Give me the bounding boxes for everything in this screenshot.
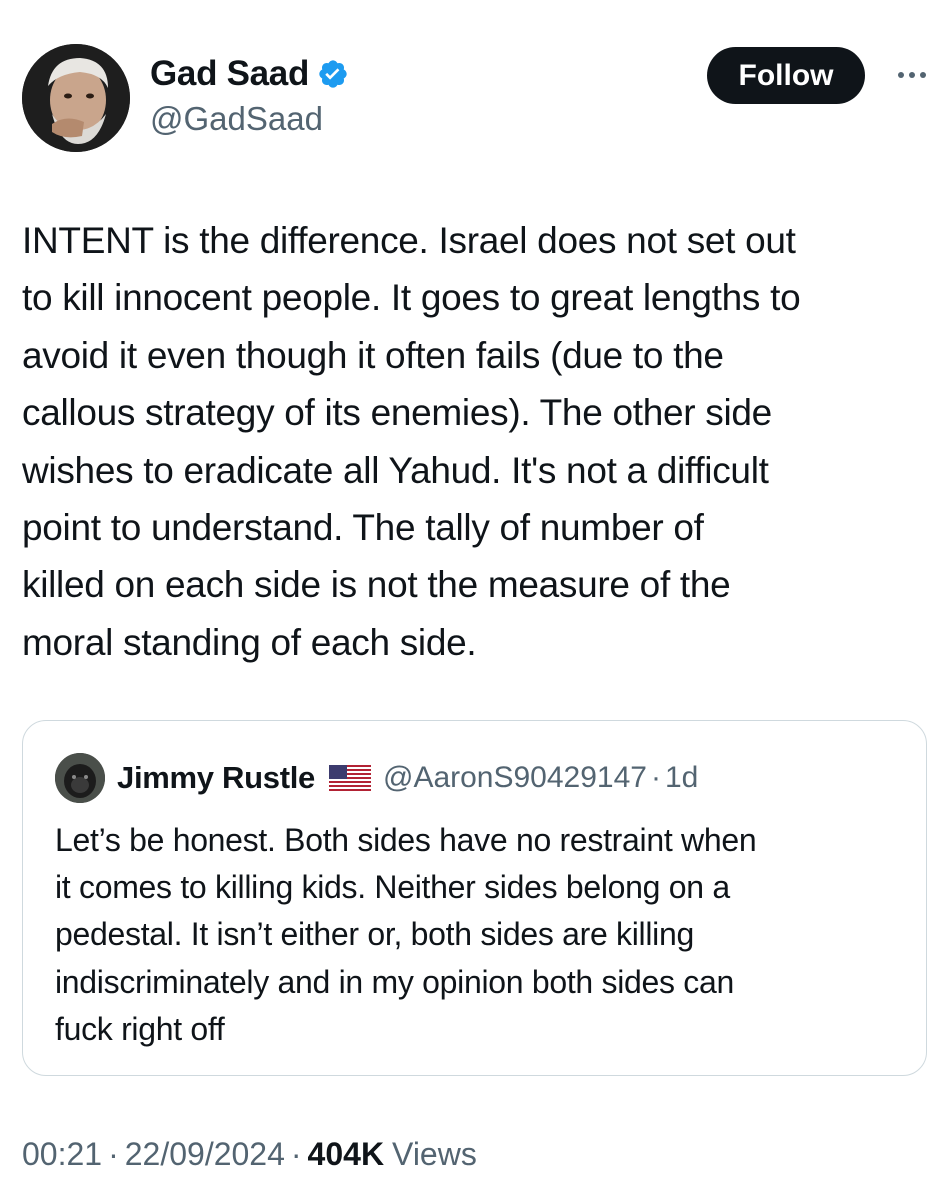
tweet-text-line: wishes to eradicate all Yahud. It's not … <box>22 449 769 491</box>
more-dot <box>909 72 915 78</box>
more-dot <box>898 72 904 78</box>
us-flag-icon <box>328 765 371 791</box>
more-options-icon[interactable] <box>890 60 934 90</box>
meta-separator: · <box>290 1136 302 1172</box>
tweet-text-line: moral standing of each side. <box>22 621 477 663</box>
quoted-text-line: fuck right off <box>55 1010 225 1047</box>
author-avatar[interactable] <box>22 44 130 152</box>
meta-separator: · <box>108 1136 119 1172</box>
author-name-row: Gad Saad <box>150 52 349 96</box>
quoted-author-name[interactable]: Jimmy Rustle <box>117 760 315 796</box>
quoted-text-line: pedestal. It isn’t either or, both sides… <box>55 916 694 953</box>
quoted-author-avatar-image <box>55 753 105 803</box>
tweet-text-line: point to understand. The tally of number… <box>22 507 704 549</box>
author-info: Gad Saad @GadSaad <box>150 52 349 138</box>
tweet-text-line: INTENT is the difference. Israel does no… <box>22 220 796 261</box>
tweet-text-line: avoid it even though it often fails (due… <box>22 334 724 376</box>
tweet-card: Gad Saad @GadSaad Follow INTENT is the d… <box>0 0 951 1200</box>
more-dot <box>920 72 926 78</box>
tweet-time[interactable]: 00:21 <box>22 1136 102 1173</box>
tweet-text-line: to kill innocent people. It goes to grea… <box>22 277 801 319</box>
quoted-tweet-time[interactable]: 1d <box>665 761 698 795</box>
quoted-tweet-header: Jimmy Rustle @AaronS90429147 · 1d <box>55 753 698 803</box>
tweet-text: INTENT is the difference. Israel does no… <box>22 212 942 671</box>
verified-badge-icon[interactable] <box>317 58 349 90</box>
quoted-meta-separator: · <box>650 761 661 794</box>
quoted-tweet-text: Let’s be honest. Both sides have no rest… <box>55 817 915 1053</box>
author-name[interactable]: Gad Saad <box>150 54 309 94</box>
tweet-text-line: killed on each side is not the measure o… <box>22 564 731 606</box>
views-count[interactable]: 404K <box>308 1136 385 1173</box>
follow-button[interactable]: Follow <box>707 47 865 104</box>
quoted-text-line: Let’s be honest. Both sides have no rest… <box>55 822 757 858</box>
quoted-text-line: it comes to killing kids. Neither sides … <box>55 869 730 906</box>
views-label: Views <box>392 1136 477 1172</box>
author-avatar-image <box>22 44 130 152</box>
author-handle[interactable]: @GadSaad <box>150 100 349 138</box>
quoted-author-avatar[interactable] <box>55 753 105 803</box>
quoted-author-handle[interactable]: @AaronS90429147 <box>383 761 647 795</box>
quoted-tweet[interactable]: Jimmy Rustle @AaronS90429147 · 1d Let’s … <box>22 720 927 1076</box>
tweet-date[interactable]: 22/09/2024 <box>125 1136 285 1173</box>
tweet-meta: 00:21 · 22/09/2024 · 404K Views <box>22 1136 477 1173</box>
quoted-text-line: indiscriminately and in my opinion both … <box>55 963 735 1000</box>
tweet-text-line: callous strategy of its enemies). The ot… <box>22 392 772 434</box>
